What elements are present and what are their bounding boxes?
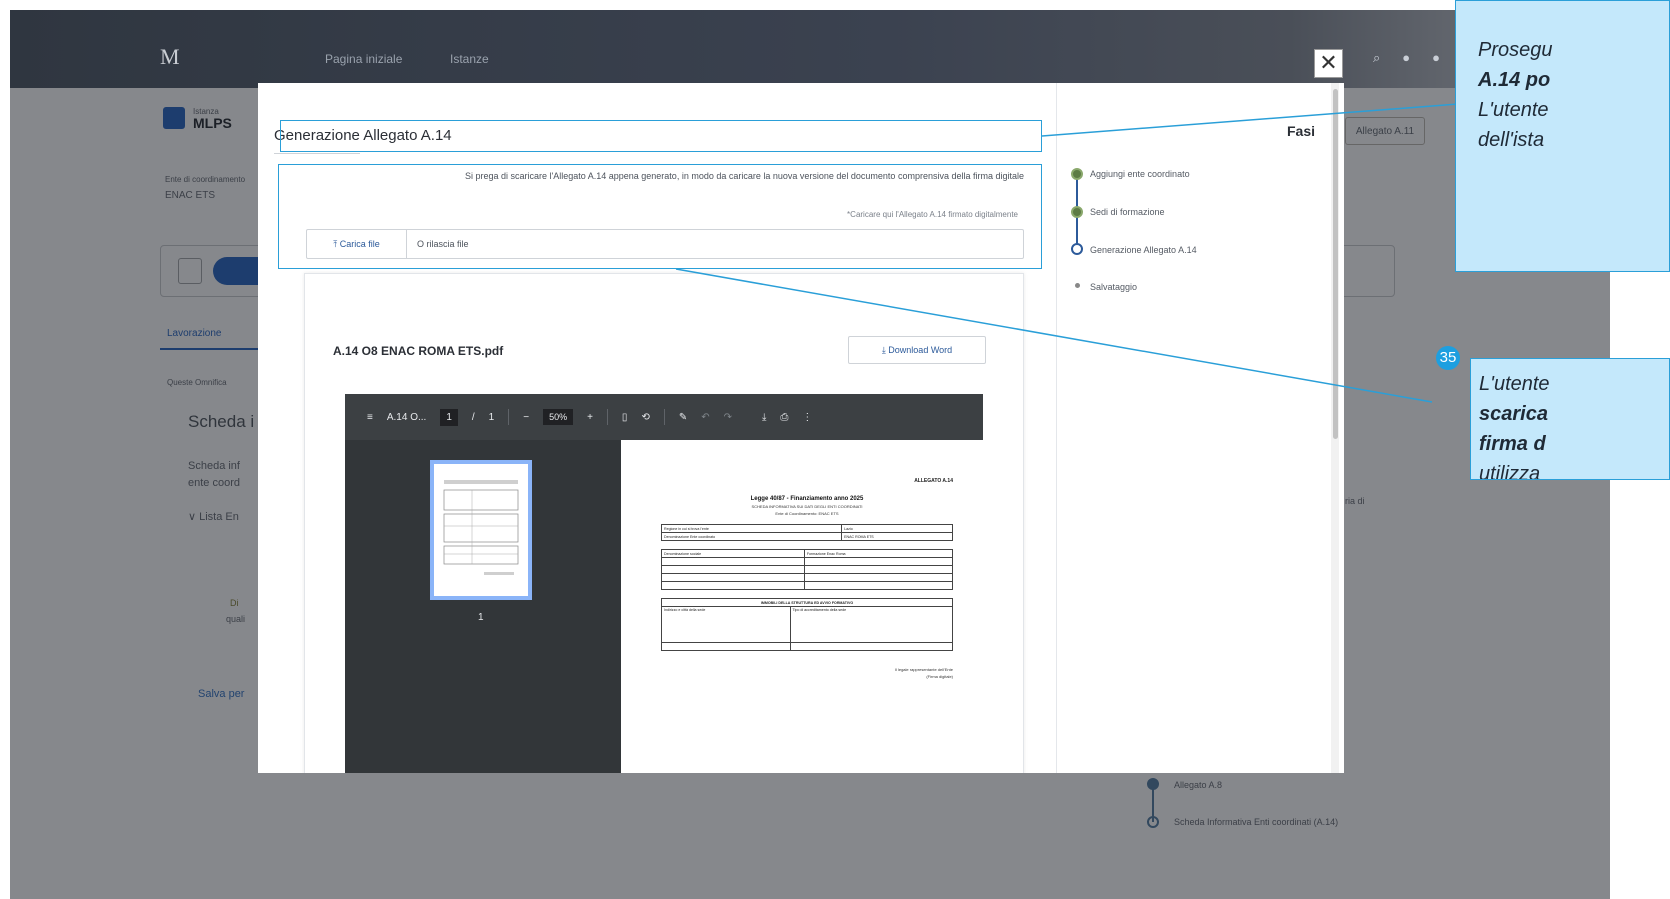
callout-2-line-2: scarica xyxy=(1479,403,1548,425)
callout-box-1: Prosegu A.14 po L'utente dell'ista xyxy=(1455,0,1670,272)
screenshot-stage: M Pagina iniziale Istanze ⌕ ● ● Istanza … xyxy=(0,0,1670,899)
annotation-connectors xyxy=(675,103,1459,403)
callout-1-line-2: A.14 po xyxy=(1478,69,1551,91)
callout-2-line-4: utilizza xyxy=(1479,463,1541,480)
callout-2-line-1: L'utente xyxy=(1479,373,1550,395)
callout-1-line-4: dell'ista xyxy=(1478,129,1545,151)
callout-1-line-1: Prosegu xyxy=(1478,39,1553,61)
step-number-badge: 35 xyxy=(1436,346,1460,370)
callout-2-line-3: firma d xyxy=(1479,433,1546,455)
callout-1-line-3: L'utente xyxy=(1478,99,1549,121)
callout-box-2: L'utente scarica firma d utilizza xyxy=(1470,358,1670,480)
